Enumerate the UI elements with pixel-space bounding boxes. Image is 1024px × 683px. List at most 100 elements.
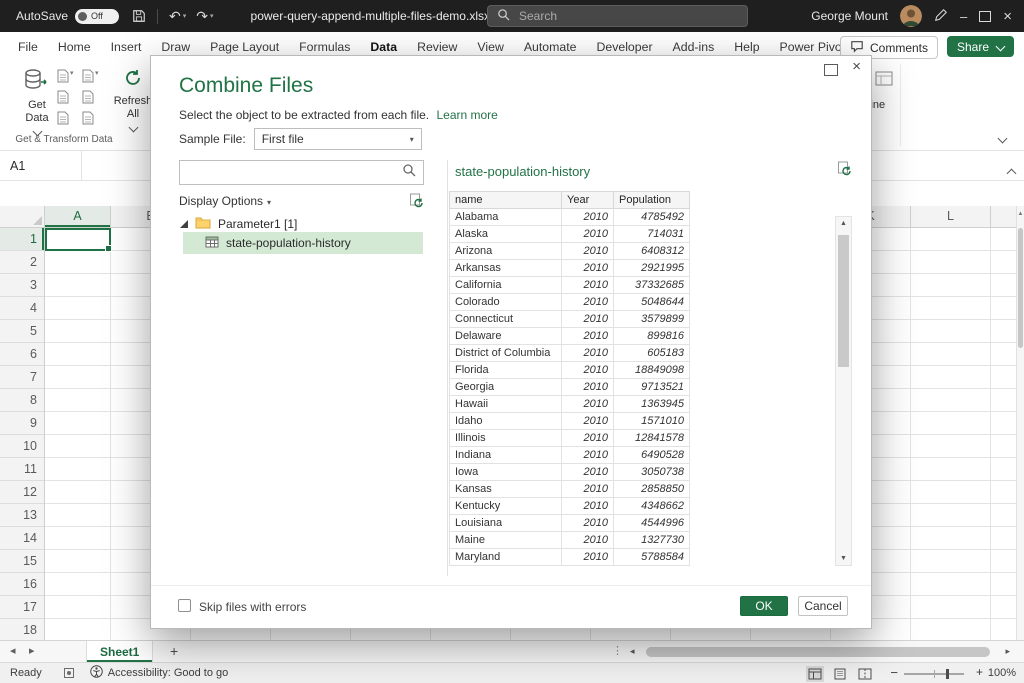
column-header-m[interactable]: M	[991, 206, 1016, 227]
restore-icon[interactable]	[979, 11, 991, 22]
autosave-toggle[interactable]: Off	[75, 9, 119, 24]
horizontal-scroll-thumb[interactable]	[646, 647, 990, 657]
tree-item-state-population-history[interactable]: state-population-history	[183, 232, 423, 254]
outline-group-icon[interactable]	[874, 69, 894, 94]
column-header-l[interactable]: L	[911, 206, 991, 227]
tree-expand-icon[interactable]	[180, 220, 188, 228]
chevron-down-icon	[128, 123, 138, 133]
hscroll-right-icon[interactable]: ▸	[1005, 646, 1010, 657]
ribbon-small-button[interactable]	[57, 111, 82, 132]
tab-home[interactable]: Home	[48, 32, 101, 61]
row-header-8[interactable]: 8	[0, 389, 44, 412]
row-header-13[interactable]: 13	[0, 504, 44, 527]
sheet-nav-right-icon[interactable]: ▸	[29, 644, 35, 657]
hscroll-left-icon[interactable]: ◂	[630, 646, 635, 657]
redo-icon[interactable]: ↷▾	[196, 9, 213, 23]
preview-scroll-thumb[interactable]	[838, 235, 849, 367]
ok-button[interactable]: OK	[740, 596, 788, 616]
row-header-14[interactable]: 14	[0, 527, 44, 550]
fill-handle[interactable]	[105, 245, 112, 252]
ribbon-small-button[interactable]	[82, 90, 107, 111]
row-header-7[interactable]: 7	[0, 366, 44, 389]
get-data-button[interactable]: Get Data	[12, 68, 62, 135]
add-sheet-icon[interactable]: +	[170, 643, 178, 659]
avatar[interactable]	[900, 5, 922, 27]
tab-scroll-splitter[interactable]: ⋮	[612, 644, 623, 657]
row-header-4[interactable]: 4	[0, 297, 44, 320]
row-header-2[interactable]: 2	[0, 251, 44, 274]
display-options-button[interactable]: Display Options▾	[179, 194, 271, 208]
page-break-view-icon[interactable]	[856, 666, 874, 682]
preview-table-row: Arkansas20102921995	[450, 260, 690, 277]
refresh-tree-icon[interactable]	[409, 193, 424, 211]
preview-scrollbar[interactable]: ▲ ▼	[835, 216, 852, 566]
zoom-in-icon[interactable]: +	[976, 665, 983, 679]
ribbon-small-button[interactable]	[57, 90, 82, 111]
accessibility-icon	[90, 665, 103, 681]
scroll-up-icon[interactable]: ▲	[836, 220, 851, 227]
accessibility-status[interactable]: Accessibility: Good to go	[90, 665, 228, 681]
row-header-12[interactable]: 12	[0, 481, 44, 504]
preview-table-row: Hawaii20101363945	[450, 396, 690, 413]
row-header-16[interactable]: 16	[0, 573, 44, 596]
ribbon-small-button[interactable]: ▾	[82, 69, 107, 90]
cell-year: 2010	[562, 464, 614, 481]
select-all-corner[interactable]	[0, 206, 45, 228]
close-icon[interactable]: ×	[1003, 8, 1012, 25]
learn-more-link[interactable]: Learn more	[436, 108, 497, 122]
row-header-9[interactable]: 9	[0, 412, 44, 435]
scroll-up-icon[interactable]: ▲	[1017, 211, 1024, 217]
zoom-level[interactable]: 100%	[988, 667, 1016, 679]
cancel-button[interactable]: Cancel	[798, 596, 848, 616]
sheet-tab-sheet1[interactable]: Sheet1	[86, 641, 153, 662]
undo-icon[interactable]: ↶▾	[169, 9, 186, 23]
ribbon-small-button[interactable]	[82, 111, 107, 132]
row-header-15[interactable]: 15	[0, 550, 44, 573]
row-header-18[interactable]: 18	[0, 619, 44, 640]
normal-view-icon[interactable]	[806, 666, 824, 682]
column-header-a[interactable]: A	[45, 206, 111, 227]
vertical-scroll-thumb[interactable]	[1018, 228, 1023, 348]
zoom-slider-knob[interactable]	[946, 669, 949, 679]
selected-cell-a1[interactable]	[45, 228, 111, 251]
zoom-slider[interactable]	[904, 673, 964, 675]
row-header-17[interactable]: 17	[0, 596, 44, 619]
save-icon[interactable]	[132, 9, 146, 23]
object-search-input[interactable]	[187, 165, 402, 181]
combine-files-dialog: × Combine Files Select the object to be …	[150, 55, 872, 629]
ribbon-small-button[interactable]: ▾	[57, 69, 82, 90]
zoom-out-icon[interactable]: −	[890, 665, 898, 680]
pencil-icon[interactable]	[934, 8, 948, 25]
row-header-1[interactable]: 1	[0, 228, 44, 251]
tree-node-parameter1[interactable]: Parameter1 [1]	[180, 214, 297, 234]
scroll-down-icon[interactable]: ▼	[836, 555, 851, 562]
row-header-6[interactable]: 6	[0, 343, 44, 366]
object-search-box[interactable]	[179, 160, 424, 185]
minimize-icon[interactable]: –	[960, 9, 967, 24]
formula-bar-collapse-icon[interactable]	[1008, 164, 1015, 182]
folder-icon	[195, 216, 211, 232]
chevron-down-icon	[996, 42, 1006, 52]
tab-file[interactable]: File	[8, 32, 48, 61]
dialog-maximize-icon[interactable]	[824, 64, 838, 76]
skip-errors-checkbox[interactable]	[178, 599, 191, 612]
row-header-3[interactable]: 3	[0, 274, 44, 297]
macro-record-icon[interactable]	[64, 668, 74, 678]
page-layout-view-icon[interactable]	[831, 666, 849, 682]
share-button[interactable]: Share	[947, 36, 1014, 57]
titlebar-search[interactable]	[487, 5, 748, 27]
sample-file-dropdown[interactable]: First file ▾	[254, 128, 422, 150]
row-header-10[interactable]: 10	[0, 435, 44, 458]
preview-header-row: nameYearPopulation	[450, 192, 690, 209]
refresh-preview-icon[interactable]	[837, 161, 852, 181]
name-box[interactable]: A1	[0, 151, 82, 180]
row-header-11[interactable]: 11	[0, 458, 44, 481]
preview-column-header: name	[450, 192, 562, 209]
row-header-5[interactable]: 5	[0, 320, 44, 343]
ribbon-collapse-chevron-icon[interactable]	[999, 129, 1006, 147]
search-input[interactable]	[517, 8, 721, 24]
tab-insert[interactable]: Insert	[101, 32, 152, 61]
dialog-close-icon[interactable]: ×	[852, 59, 861, 74]
vertical-scrollbar[interactable]: ▲	[1016, 206, 1024, 640]
sheet-nav-left-icon[interactable]: ◂	[10, 644, 16, 657]
